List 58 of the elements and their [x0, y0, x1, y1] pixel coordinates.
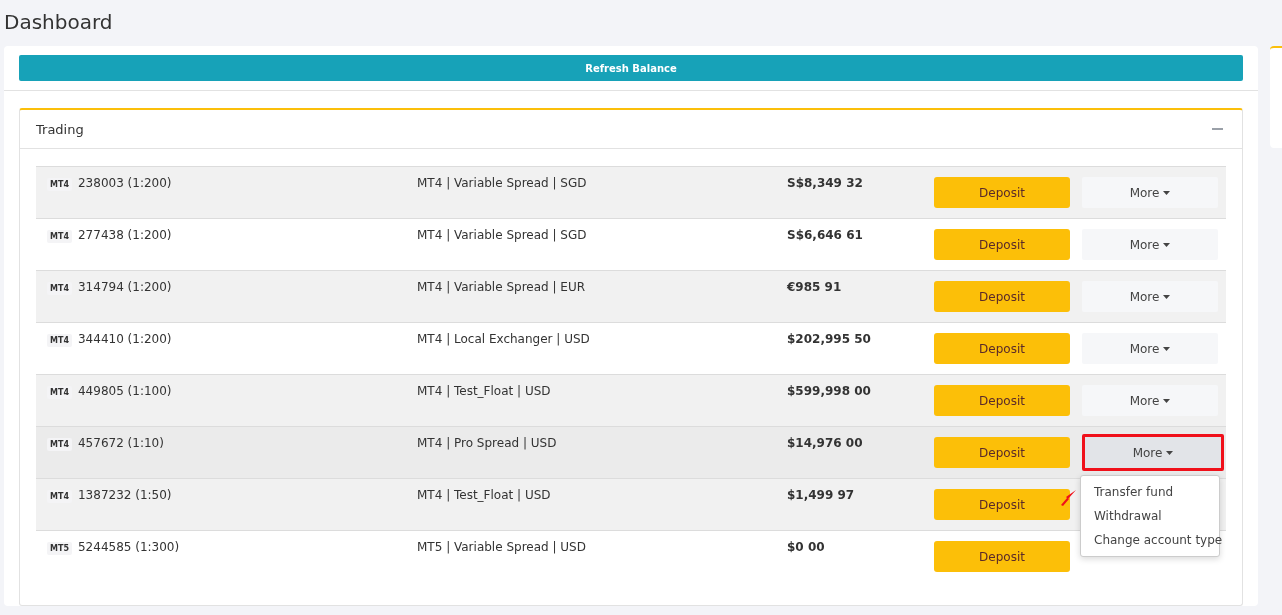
deposit-button[interactable]: Deposit — [934, 281, 1070, 312]
platform-badge: MT4 — [47, 386, 72, 399]
account-number: 449805 (1:100) — [78, 384, 172, 398]
account-number: 238003 (1:200) — [78, 176, 172, 190]
account-balance: S$8,349 32 — [787, 176, 863, 190]
platform-badge: MT4 — [47, 230, 72, 243]
account-balance: $0 00 — [787, 540, 825, 554]
account-balance: $14,976 00 — [787, 436, 863, 450]
account-number: 344410 (1:200) — [78, 332, 172, 346]
account-number: 314794 (1:200) — [78, 280, 172, 294]
platform-badge: MT4 — [47, 178, 72, 191]
account-number: 1387232 (1:50) — [78, 488, 172, 502]
account-type: MT4 | Local Exchanger | USD — [417, 332, 590, 346]
arrow-icon — [1059, 489, 1077, 507]
caret-icon — [1163, 242, 1171, 247]
caret-icon — [1166, 450, 1174, 455]
account-balance: $202,995 50 — [787, 332, 871, 346]
page-title: Dashboard — [4, 10, 114, 34]
deposit-button[interactable]: Deposit — [934, 489, 1070, 520]
more-dropdown-button[interactable]: More — [1082, 385, 1218, 416]
more-dropdown-button[interactable]: More — [1082, 229, 1218, 260]
account-number: 457672 (1:10) — [78, 436, 164, 450]
account-type: MT4 | Variable Spread | SGD — [417, 228, 587, 242]
account-balance: €985 91 — [787, 280, 842, 294]
menu-item[interactable]: Transfer fund — [1081, 480, 1219, 504]
account-balance: $599,998 00 — [787, 384, 871, 398]
caret-icon — [1163, 346, 1171, 351]
deposit-button[interactable]: Deposit — [934, 229, 1070, 260]
account-number: 277438 (1:200) — [78, 228, 172, 242]
account-type: MT4 | Variable Spread | EUR — [417, 280, 586, 294]
caret-icon — [1163, 190, 1171, 195]
deposit-button[interactable]: Deposit — [934, 437, 1070, 468]
more-dropdown-button[interactable]: More — [1082, 434, 1224, 471]
account-number: 5244585 (1:300) — [78, 540, 180, 554]
more-dropdown-button[interactable]: More — [1082, 281, 1218, 312]
account-type: MT4 | Test_Float | USD — [417, 488, 551, 502]
caret-icon — [1163, 294, 1171, 299]
account-balance: S$6,646 61 — [787, 228, 863, 242]
deposit-button[interactable]: Deposit — [934, 177, 1070, 208]
account-type: MT4 | Test_Float | USD — [417, 384, 551, 398]
platform-badge: MT4 — [47, 282, 72, 295]
account-balance: $1,499 97 — [787, 488, 855, 502]
account-type: MT5 | Variable Spread | USD — [417, 540, 586, 554]
deposit-button[interactable]: Deposit — [934, 333, 1070, 364]
caret-icon — [1163, 398, 1171, 403]
platform-badge: MT4 — [47, 490, 72, 503]
more-dropdown-button[interactable]: More — [1082, 333, 1218, 364]
platform-badge: MT4 — [47, 438, 72, 451]
more-dropdown-button[interactable]: More — [1082, 177, 1218, 208]
minus-icon — [1212, 128, 1223, 130]
account-type: MT4 | Variable Spread | SGD — [417, 176, 587, 190]
menu-item[interactable]: Withdrawal — [1081, 504, 1219, 528]
platform-badge: MT4 — [47, 334, 72, 347]
platform-badge: MT5 — [47, 542, 72, 555]
deposit-button[interactable]: Deposit — [934, 541, 1070, 572]
deposit-button[interactable]: Deposit — [934, 385, 1070, 416]
panel-title: Trading — [36, 121, 84, 137]
account-type: MT4 | Pro Spread | USD — [417, 436, 557, 450]
